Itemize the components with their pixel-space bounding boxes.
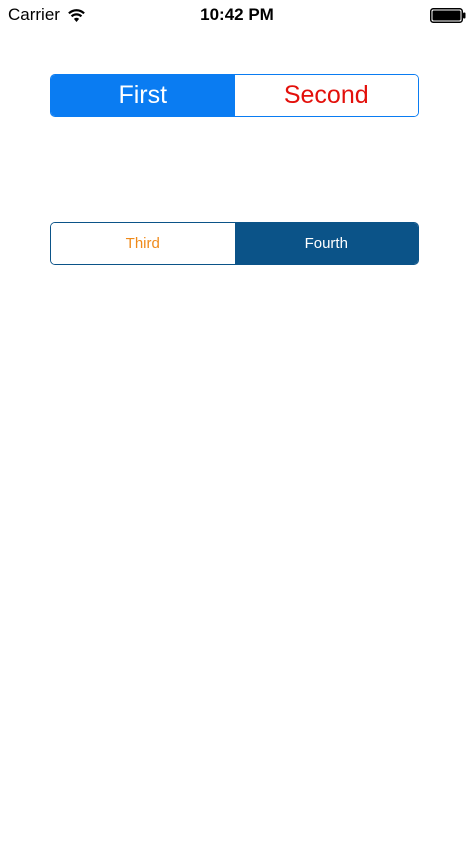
battery-icon: [430, 8, 466, 23]
clock: 10:42 PM: [200, 5, 274, 24]
segment-first-label: First: [118, 81, 168, 109]
segment-second[interactable]: Second: [234, 75, 418, 116]
segmented-control-primary: First Second: [50, 74, 419, 117]
segment-third-label: Third: [125, 235, 160, 252]
segment-third[interactable]: Third: [51, 223, 235, 264]
segment-fourth-label: Fourth: [304, 235, 348, 252]
segment-first[interactable]: First: [51, 75, 235, 116]
segment-second-label: Second: [283, 81, 369, 109]
status-bar: Carrier 10:42 PM: [0, 0, 474, 30]
segment-fourth[interactable]: Fourth: [234, 223, 418, 264]
segmented-control-secondary: Third Fourth: [50, 222, 419, 265]
